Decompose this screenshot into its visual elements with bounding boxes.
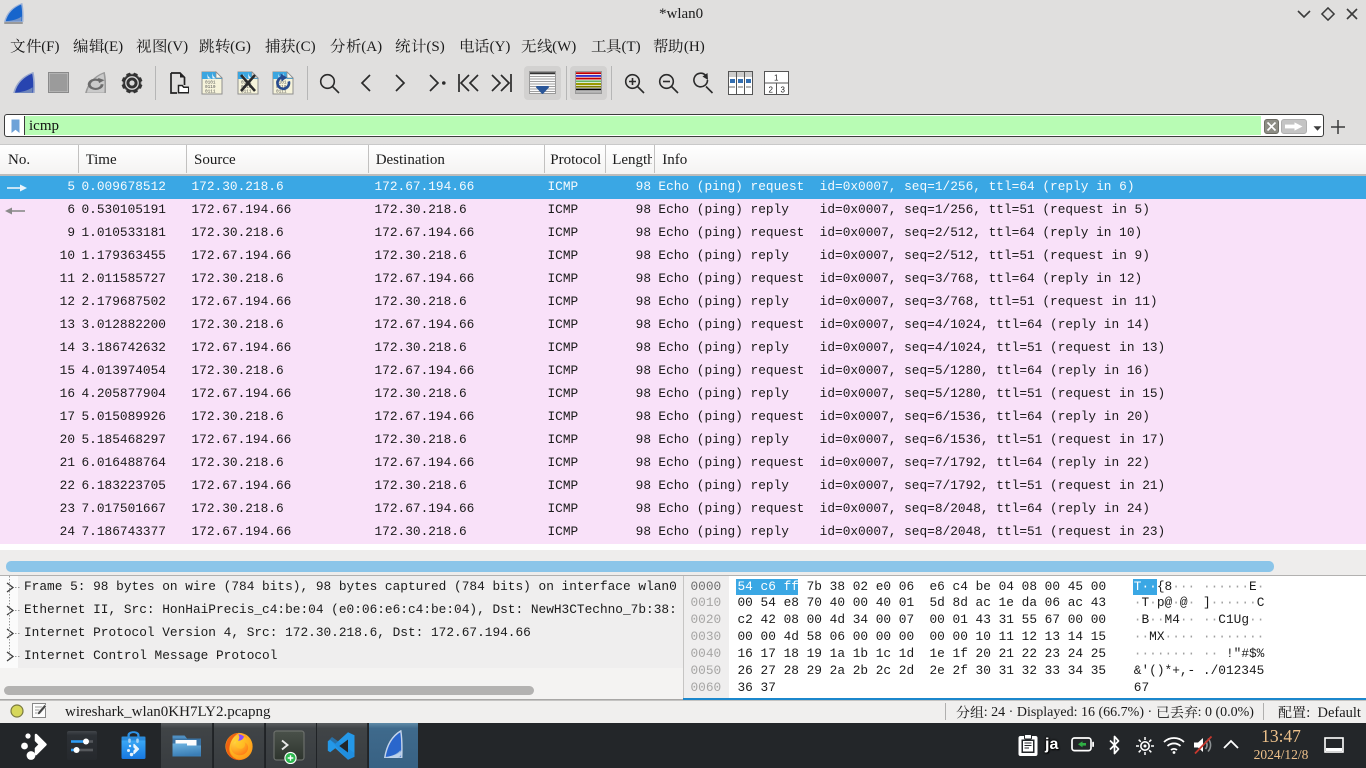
svg-text:0111: 0111: [205, 90, 216, 95]
svg-text:2: 2: [769, 86, 774, 95]
svg-text:0111: 0111: [276, 90, 287, 95]
svg-text:3: 3: [781, 86, 786, 95]
svg-text:1: 1: [774, 74, 779, 83]
